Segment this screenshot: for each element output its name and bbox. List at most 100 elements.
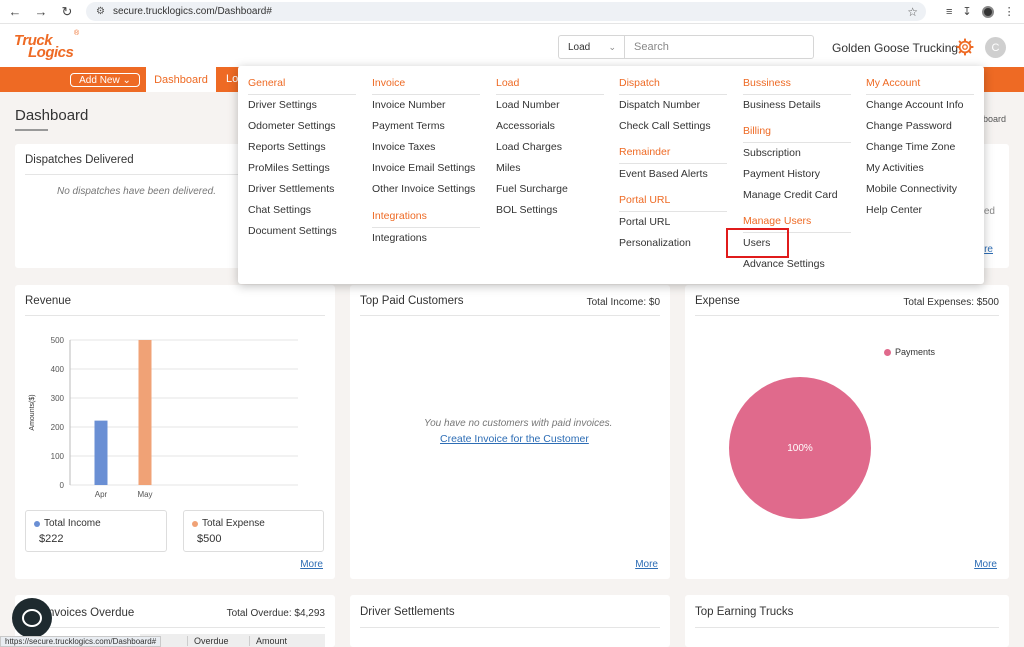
menu-item-check-call-settings[interactable]: Check Call Settings (619, 120, 711, 132)
menu-item-load-number[interactable]: Load Number (496, 99, 560, 111)
reading-list-icon[interactable]: ≡ (946, 6, 952, 18)
menu-item-accessorials[interactable]: Accessorials (496, 120, 555, 132)
menu-item-miles[interactable]: Miles (496, 162, 521, 174)
menu-item-personalization[interactable]: Personalization (619, 237, 691, 249)
menu-item-chat-settings[interactable]: Chat Settings (248, 204, 311, 216)
col-header-overdue: Overdue (188, 635, 250, 646)
card-title: Dispatches Delivered (25, 154, 134, 166)
menu-item-document-settings[interactable]: Document Settings (248, 225, 337, 237)
income-label: Total Income (44, 518, 101, 529)
address-bar[interactable]: ⚙ secure.trucklogics.com/Dashboard# ☆ (86, 2, 926, 21)
menu-heading-portal-url: Portal URL (619, 194, 671, 206)
empty-message: You have no customers with paid invoices… (424, 418, 613, 429)
divider (360, 315, 660, 316)
download-icon[interactable]: ↧ (962, 5, 971, 18)
add-new-button[interactable]: Add New ⌄ (70, 73, 140, 87)
menu-heading-dispatch: Dispatch (619, 77, 660, 89)
company-name[interactable]: Golden Goose Trucking (832, 41, 958, 55)
gear-icon[interactable] (956, 38, 974, 56)
menu-item-invoice-number[interactable]: Invoice Number (372, 99, 446, 111)
bookmark-star-icon[interactable]: ☆ (907, 5, 918, 19)
browser-toolbar: ← → ↻ ⚙ secure.trucklogics.com/Dashboard… (0, 0, 1024, 24)
chevron-down-icon: ⌄ (608, 41, 616, 52)
pie-legend: Payments (884, 347, 935, 357)
breadcrumb[interactable]: board (983, 114, 1006, 124)
divider (695, 315, 999, 316)
search-category-select[interactable]: Load ⌄ (558, 35, 624, 59)
expense-value: $500 (197, 533, 222, 545)
menu-item-payment-terms[interactable]: Payment Terms (372, 120, 445, 132)
expense-legend-dot (192, 520, 198, 527)
menu-item-driver-settings[interactable]: Driver Settings (248, 99, 317, 111)
menu-item-help-center[interactable]: Help Center (866, 204, 922, 216)
total-income-summary: Total Income $222 (25, 510, 167, 552)
menu-item-invoice-taxes[interactable]: Invoice Taxes (372, 141, 435, 153)
menu-heading-load: Load (496, 77, 520, 89)
chat-widget-button[interactable] (12, 598, 52, 638)
revenue-card: Revenue 0 100 200 300 400 500 Amounts($) Apr May… (15, 285, 335, 579)
divider (695, 627, 999, 628)
tab-dashboard[interactable]: Dashboard (146, 67, 216, 92)
more-link[interactable]: More (300, 559, 323, 570)
search-input[interactable]: Search (624, 35, 814, 59)
menu-heading-my-account: My Account (866, 77, 921, 89)
x-tick-label: May (137, 490, 152, 499)
menu-item-event-based-alerts[interactable]: Event Based Alerts (619, 168, 708, 180)
menu-item-change-password[interactable]: Change Password (866, 120, 952, 132)
menu-item-invoice-email-settings[interactable]: Invoice Email Settings (372, 162, 475, 174)
payments-legend-dot (884, 348, 891, 356)
divider (25, 627, 325, 628)
menu-item-business-details[interactable]: Business Details (743, 99, 821, 111)
menu-item-fuel-surcharge[interactable]: Fuel Surcharge (496, 183, 568, 195)
col-header-amount: Amount (256, 635, 288, 646)
avatar[interactable]: C (985, 37, 1006, 58)
y-tick-label: 200 (51, 423, 65, 432)
more-link[interactable]: More (635, 559, 658, 570)
menu-item-manage-credit-card[interactable]: Manage Credit Card (743, 189, 838, 201)
trucklogics-logo[interactable]: Truck Logics ® (14, 30, 84, 62)
menu-item-change-time-zone[interactable]: Change Time Zone (866, 141, 955, 153)
menu-item-change-account-info[interactable]: Change Account Info (866, 99, 964, 111)
menu-item-load-charges[interactable]: Load Charges (496, 141, 562, 153)
reload-icon[interactable]: ↻ (56, 1, 78, 23)
menu-item-my-activities[interactable]: My Activities (866, 162, 924, 174)
menu-item-bol-settings[interactable]: BOL Settings (496, 204, 557, 216)
x-tick-label: Apr (95, 490, 108, 499)
tab-loads[interactable]: Lo (226, 73, 238, 85)
divider (360, 627, 660, 628)
more-link[interactable]: More (974, 559, 997, 570)
menu-item-dispatch-number[interactable]: Dispatch Number (619, 99, 700, 111)
menu-item-integrations[interactable]: Integrations (372, 232, 427, 244)
menu-item-advance-settings[interactable]: Advance Settings (743, 258, 825, 270)
menu-heading-integrations: Integrations (372, 210, 427, 222)
revenue-bar-chart: 0 100 200 300 400 500 Amounts($) Apr May (29, 336, 298, 499)
menu-item-reports-settings[interactable]: Reports Settings (248, 141, 326, 153)
site-info-icon[interactable]: ⚙ (96, 6, 105, 17)
menu-item-other-invoice-settings[interactable]: Other Invoice Settings (372, 183, 475, 195)
menu-item-payment-history[interactable]: Payment History (743, 168, 820, 180)
menu-item-promiles-settings[interactable]: ProMiles Settings (248, 162, 330, 174)
empty-message: No dispatches have been delivered. (57, 186, 216, 197)
menu-heading-billing: Billing (743, 125, 772, 137)
menu-item-odometer-settings[interactable]: Odometer Settings (248, 120, 336, 132)
divider (248, 94, 356, 95)
expense-card: Expense Total Expenses: $500 Payments 10… (685, 285, 1009, 579)
menu-item-portal-url[interactable]: Portal URL (619, 216, 670, 228)
menu-heading-general: General (248, 77, 286, 89)
menu-item-subscription[interactable]: Subscription (743, 147, 801, 159)
create-invoice-link[interactable]: Create Invoice for the Customer (440, 433, 589, 445)
forward-icon[interactable]: → (30, 1, 52, 23)
top-paid-customers-card: Top Paid Customers Total Income: $0 You … (350, 285, 670, 579)
driver-settlements-card: Driver Settlements (350, 595, 670, 647)
divider (25, 315, 325, 316)
menu-item-driver-settlements[interactable]: Driver Settlements (248, 183, 334, 195)
y-tick-label: 300 (51, 394, 65, 403)
back-icon[interactable]: ← (4, 1, 26, 23)
bar-total-income-apr (94, 420, 108, 485)
browser-menu-icon[interactable]: ⋮ (1004, 5, 1015, 18)
card-title: Top Paid Customers (360, 295, 464, 307)
more-link[interactable]: re (984, 244, 993, 255)
profile-icon[interactable] (981, 5, 994, 18)
card-partial-text: ed (983, 206, 995, 217)
menu-item-mobile-connectivity[interactable]: Mobile Connectivity (866, 183, 957, 195)
